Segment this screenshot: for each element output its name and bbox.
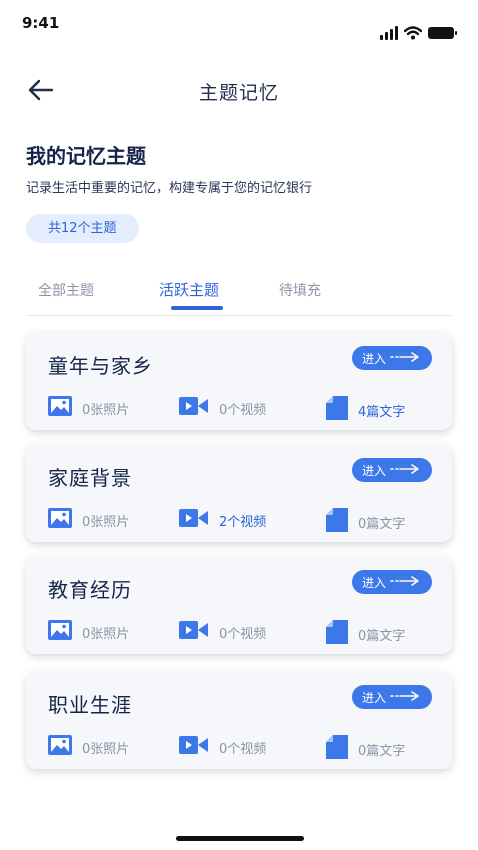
text-count: 0篇文字	[326, 735, 405, 763]
video-icon	[179, 508, 209, 532]
battery-icon	[428, 27, 457, 39]
enter-button-label: 进入	[362, 463, 387, 478]
enter-button[interactable]: 进入	[352, 685, 432, 709]
tab-to-fill[interactable]: 待填充	[279, 280, 321, 300]
arrow-right-icon	[390, 351, 420, 365]
enter-button-label: 进入	[362, 690, 387, 705]
home-indicator	[176, 836, 304, 841]
arrow-right-icon	[390, 690, 420, 704]
theme-card-title: 家庭背景	[48, 466, 132, 490]
text-count-label: 4篇文字	[358, 404, 406, 420]
photo-count-label: 0张照片	[82, 402, 130, 418]
text-count-label: 0篇文字	[358, 628, 406, 644]
video-icon	[179, 620, 209, 644]
photo-count-label: 0张照片	[82, 741, 130, 757]
photo-count-label: 0张照片	[82, 514, 130, 530]
enter-button[interactable]: 进入	[352, 458, 432, 482]
photo-count: 0张照片	[48, 735, 129, 759]
video-icon	[179, 396, 209, 420]
status-time: 9:41	[22, 14, 60, 32]
theme-card[interactable]: 童年与家乡 进入 0张照片 0个视频 4篇文字	[26, 332, 452, 430]
text-count: 0篇文字	[326, 620, 405, 648]
document-icon	[326, 735, 348, 763]
video-count: 2个视频	[179, 508, 266, 532]
photo-icon	[48, 396, 72, 420]
enter-button-label: 进入	[362, 575, 387, 590]
tab-bar: 全部主题 活跃主题 待填充	[26, 272, 452, 316]
video-count-label: 2个视频	[219, 514, 267, 530]
theme-card-title: 童年与家乡	[48, 354, 153, 378]
signal-icon	[380, 26, 398, 40]
video-count: 0个视频	[179, 396, 266, 420]
enter-button-label: 进入	[362, 351, 387, 366]
video-icon	[179, 735, 209, 759]
theme-card[interactable]: 教育经历 进入 0张照片 0个视频 0篇文字	[26, 556, 452, 654]
theme-card-title: 职业生涯	[48, 693, 132, 717]
text-count-label: 0篇文字	[358, 516, 406, 532]
document-icon	[326, 396, 348, 424]
section-subtitle: 记录生活中重要的记忆，构建专属于您的记忆银行	[26, 181, 313, 196]
theme-card[interactable]: 职业生涯 进入 0张照片 0个视频 0篇文字	[26, 671, 452, 769]
arrow-right-icon	[390, 575, 420, 589]
photo-icon	[48, 508, 72, 532]
active-tab-indicator	[171, 306, 223, 310]
video-count: 0个视频	[179, 620, 266, 644]
document-icon	[326, 508, 348, 536]
video-count-label: 0个视频	[219, 741, 267, 757]
text-count-label: 0篇文字	[358, 743, 406, 759]
video-count-label: 0个视频	[219, 626, 267, 642]
tab-active-themes[interactable]: 活跃主题	[159, 279, 219, 300]
arrow-right-icon	[390, 463, 420, 477]
status-bar: 9:41	[0, 0, 478, 52]
video-count-label: 0个视频	[219, 402, 267, 418]
photo-icon	[48, 735, 72, 759]
photo-count: 0张照片	[48, 508, 129, 532]
document-icon	[326, 620, 348, 648]
enter-button[interactable]: 进入	[352, 570, 432, 594]
photo-count: 0张照片	[48, 620, 129, 644]
page-title: 主题记忆	[198, 82, 279, 104]
section-title: 我的记忆主题	[26, 144, 146, 168]
enter-button[interactable]: 进入	[352, 346, 432, 370]
text-count: 0篇文字	[326, 508, 405, 536]
status-icons	[380, 26, 457, 40]
theme-card-title: 教育经历	[48, 578, 132, 602]
video-count: 0个视频	[179, 735, 266, 759]
theme-count-badge: 共12个主题	[26, 214, 139, 243]
photo-count-label: 0张照片	[82, 626, 130, 642]
photo-count: 0张照片	[48, 396, 129, 420]
wifi-icon	[404, 26, 422, 40]
tab-all-themes[interactable]: 全部主题	[38, 280, 94, 300]
photo-icon	[48, 620, 72, 644]
theme-card[interactable]: 家庭背景 进入 0张照片 2个视频 0篇文字	[26, 444, 452, 542]
text-count: 4篇文字	[326, 396, 405, 424]
header: 主题记忆	[0, 68, 478, 112]
